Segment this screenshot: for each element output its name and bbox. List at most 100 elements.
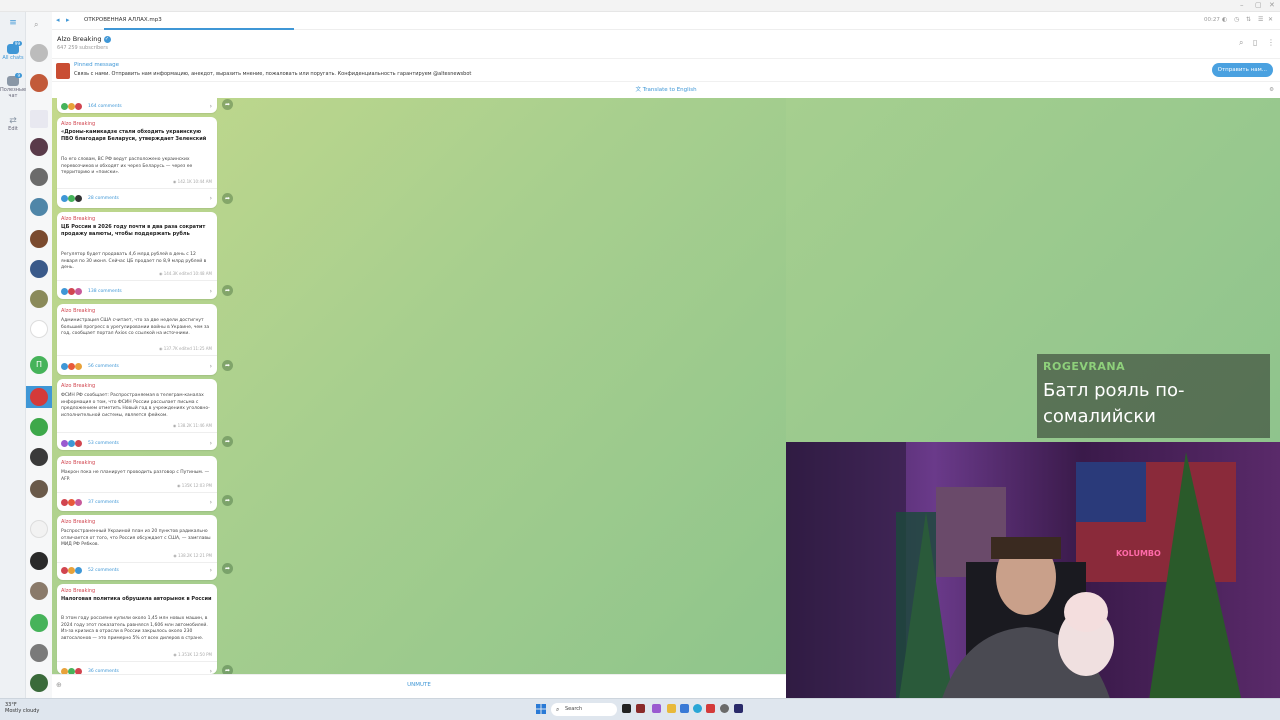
channel-post[interactable]: Alzo Breaking Макрон пока не планирует пр…: [57, 456, 217, 511]
close-player-icon[interactable]: ✕: [1268, 16, 1273, 23]
channel-post[interactable]: Alzo Breaking Налоговая политика обрушила…: [57, 584, 217, 675]
post-author[interactable]: Alzo Breaking: [61, 460, 95, 466]
channel-post[interactable]: Alzo Breaking Распространенный Украиной п…: [57, 515, 217, 580]
channel-post[interactable]: Alzo Breaking ЦБ России в 2026 году почти…: [57, 212, 217, 299]
forward-icon[interactable]: ➦: [222, 193, 233, 204]
chevron-right-icon: ›: [209, 288, 212, 295]
channel-post[interactable]: Alzo Breaking «Дроны-камикадзе стали обхо…: [57, 117, 217, 208]
minimize-button[interactable]: –: [1240, 1, 1244, 9]
divider: [57, 562, 217, 563]
post-meta: ◉ 135K 12:03 PM: [177, 483, 212, 488]
app-icon[interactable]: [652, 704, 661, 713]
chat-avatar[interactable]: [30, 44, 48, 62]
forward-icon[interactable]: ➦: [222, 436, 233, 447]
forward-icon[interactable]: ➦: [222, 360, 233, 371]
search-icon[interactable]: ⌕: [1239, 38, 1243, 48]
forward-icon[interactable]: ➦: [222, 563, 233, 574]
order-icon[interactable]: ☰: [1258, 16, 1263, 23]
channel-header[interactable]: Alzo Breaking ✓ 647 259 subscribers ⌕ ▯ ⋮: [52, 30, 1280, 58]
channel-post[interactable]: Alzo Breaking ФСИН РФ сообщает: Распростр…: [57, 379, 217, 450]
chat-avatar[interactable]: П: [30, 356, 48, 374]
task-view-icon[interactable]: [622, 704, 631, 713]
chat-avatar[interactable]: [30, 552, 48, 570]
chat-avatar[interactable]: [30, 198, 48, 216]
pinned-message-bar[interactable]: Pinned message Связь с нами. Отправить н…: [52, 58, 1280, 82]
close-button[interactable]: ✕: [1269, 1, 1275, 9]
svg-text:KOLUMBO: KOLUMBO: [1116, 549, 1161, 558]
stream-overlay-card: ROGEVRANA Батл рояль по-сомалийски: [1037, 354, 1270, 438]
previous-track-icon[interactable]: ◂: [56, 16, 60, 24]
post-author[interactable]: Alzo Breaking: [61, 216, 95, 222]
play-icon[interactable]: ▸: [66, 16, 70, 24]
commenter-avatar: [75, 499, 82, 506]
translate-bar[interactable]: 文 Translate to English ⚙: [52, 82, 1280, 98]
divider: [57, 280, 217, 281]
settings-icon[interactable]: ⚙: [1269, 82, 1274, 98]
forward-icon[interactable]: ➦: [222, 285, 233, 296]
post-title: Налоговая политика обрушила авторынок в …: [61, 596, 212, 602]
settings-icon[interactable]: [734, 704, 743, 713]
post-author[interactable]: Alzo Breaking: [61, 519, 95, 525]
post-author[interactable]: Alzo Breaking: [61, 308, 95, 314]
chat-avatar[interactable]: [30, 614, 48, 632]
chat-avatar[interactable]: [30, 138, 48, 156]
windows-start-icon[interactable]: [536, 704, 546, 714]
channel-post[interactable]: Alzo Breaking Администрация США считает, …: [57, 304, 217, 375]
chat-avatar[interactable]: [30, 74, 48, 92]
forward-icon[interactable]: ➦: [222, 99, 233, 110]
forward-icon[interactable]: ➦: [222, 495, 233, 506]
repeat-icon[interactable]: ⇅: [1246, 16, 1251, 23]
post-author[interactable]: Alzo Breaking: [61, 121, 95, 127]
comments-link[interactable]: 138 comments: [88, 289, 122, 294]
folder-useful-chats[interactable]: 9 Полезные чат: [0, 73, 26, 99]
comments-link[interactable]: 56 comments: [88, 364, 119, 369]
chat-avatar[interactable]: [30, 480, 48, 498]
comments-link[interactable]: 37 comments: [88, 500, 119, 505]
chat-avatar[interactable]: [30, 674, 48, 692]
weather-widget[interactable]: 33°F Mostly cloudy: [5, 702, 39, 714]
app-icon[interactable]: [706, 704, 715, 713]
translate-label[interactable]: Translate to English: [643, 87, 697, 93]
chat-avatar[interactable]: [30, 644, 48, 662]
chat-avatar[interactable]: [30, 582, 48, 600]
comments-link[interactable]: 53 comments: [88, 441, 119, 446]
chat-avatar-selected[interactable]: [26, 386, 52, 408]
pinned-action-button[interactable]: Отправить нам...: [1211, 63, 1273, 77]
channel-name: Alzo Breaking: [57, 35, 102, 43]
chat-avatar[interactable]: [30, 320, 48, 338]
chevron-right-icon: ›: [209, 103, 212, 110]
sidebar-toggle-icon[interactable]: ▯: [1253, 38, 1257, 47]
unmute-button[interactable]: UNMUTE: [52, 682, 786, 688]
file-explorer-icon[interactable]: [667, 704, 676, 713]
maximize-button[interactable]: ▢: [1255, 1, 1262, 9]
chat-avatar[interactable]: [30, 110, 48, 128]
post-author[interactable]: Alzo Breaking: [61, 588, 95, 594]
obs-icon[interactable]: [720, 704, 729, 713]
chat-avatar[interactable]: [30, 448, 48, 466]
folder-edit[interactable]: ⇄ Edit: [0, 116, 26, 132]
comments-link[interactable]: 164 comments: [88, 104, 122, 109]
chevron-right-icon: ›: [209, 195, 212, 202]
chat-avatar[interactable]: [30, 290, 48, 308]
menu-icon[interactable]: ≡: [0, 18, 26, 28]
more-options-icon[interactable]: ⋮: [1267, 38, 1275, 47]
post-body: Регулятор будет продавать 4,6 млрд рубле…: [61, 252, 207, 270]
folder-all-chats[interactable]: 99 All chats: [0, 41, 26, 61]
app-icon[interactable]: [680, 704, 689, 713]
chat-avatar[interactable]: [30, 230, 48, 248]
app-icon[interactable]: [636, 704, 645, 713]
chat-avatar[interactable]: [30, 260, 48, 278]
playback-speed-icon[interactable]: ◷: [1234, 16, 1239, 23]
chat-avatar[interactable]: [30, 418, 48, 436]
channel-post[interactable]: 164 comments ›: [57, 98, 217, 113]
volume-icon[interactable]: ◐: [1222, 16, 1227, 23]
taskbar-search[interactable]: ⌕ Search: [551, 703, 617, 716]
post-author[interactable]: Alzo Breaking: [61, 383, 95, 389]
chat-avatar[interactable]: [30, 168, 48, 186]
search-icon[interactable]: ⌕: [34, 20, 38, 30]
os-taskbar: 33°F Mostly cloudy ⌕ Search: [0, 698, 1280, 720]
chat-avatar[interactable]: [30, 520, 48, 538]
comments-link[interactable]: 28 comments: [88, 196, 119, 201]
telegram-icon[interactable]: [693, 704, 702, 713]
comments-link[interactable]: 52 comments: [88, 568, 119, 573]
